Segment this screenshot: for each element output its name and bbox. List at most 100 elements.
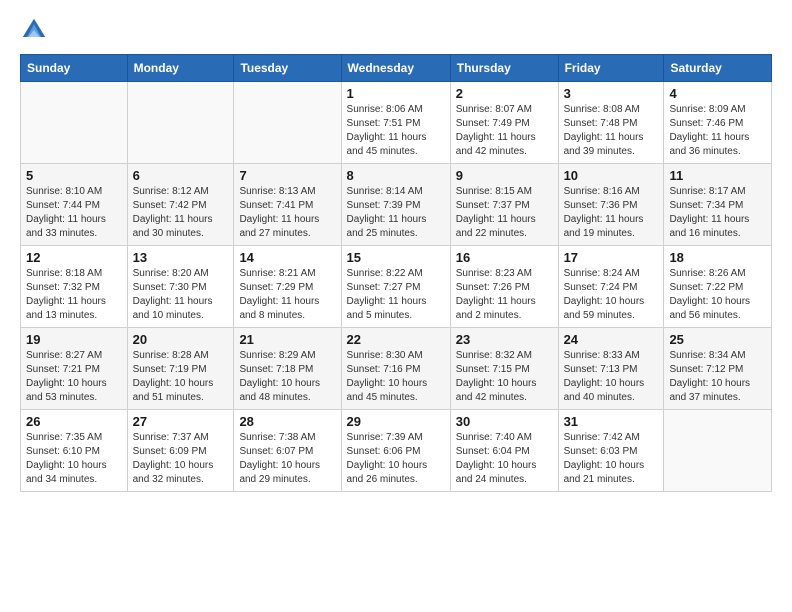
day-cell-30: 30 Sunrise: 7:40 AMSunset: 6:04 PMDayligh… — [450, 410, 558, 492]
empty-cell — [21, 82, 128, 164]
day-number: 2 — [456, 86, 553, 101]
day-cell-7: 7 Sunrise: 8:13 AMSunset: 7:41 PMDaylight… — [234, 164, 341, 246]
day-info: Sunrise: 7:42 AMSunset: 6:03 PMDaylight:… — [564, 431, 659, 487]
day-info: Sunrise: 8:12 AMSunset: 7:42 PMDaylight:… — [133, 185, 229, 241]
day-number: 13 — [133, 250, 229, 265]
day-info: Sunrise: 7:37 AMSunset: 6:09 PMDaylight:… — [133, 431, 229, 487]
day-cell-10: 10Sunrise: 8:16 AMSunset: 7:36 PMDayligh… — [558, 164, 664, 246]
page: SundayMondayTuesdayWednesdayThursdayFrid… — [0, 0, 792, 612]
day-number: 11 — [669, 168, 766, 183]
week-row-2: 5Sunrise: 8:10 AMSunset: 7:44 PMDaylight… — [21, 164, 772, 246]
day-cell-3: 3 Sunrise: 8:08 AMSunset: 7:48 PMDaylight… — [558, 82, 664, 164]
day-number: 28 — [239, 414, 335, 429]
day-cell-28: 28 Sunrise: 7:38 AMSunset: 6:07 PMDayligh… — [234, 410, 341, 492]
day-number: 30 — [456, 414, 553, 429]
day-cell-18: 18 Sunrise: 8:26 AMSunset: 7:22 PMDayligh… — [664, 246, 772, 328]
day-info: Sunrise: 8:34 AMSunset: 7:12 PMDaylight:… — [669, 349, 766, 405]
day-cell-12: 12 Sunrise: 8:18 AMSunset: 7:32 PMDayligh… — [21, 246, 128, 328]
week-row-4: 19Sunrise: 8:27 AMSunset: 7:21 PMDayligh… — [21, 328, 772, 410]
weekday-header-friday: Friday — [558, 55, 664, 82]
day-info: Sunrise: 8:15 AMSunset: 7:37 PMDaylight:… — [456, 185, 553, 241]
day-info: Sunrise: 7:35 AMSunset: 6:10 PMDaylight:… — [26, 431, 122, 487]
day-info: Sunrise: 8:30 AMSunset: 7:16 PMDaylight:… — [347, 349, 445, 405]
day-cell-11: 11 Sunrise: 8:17 AMSunset: 7:34 PMDayligh… — [664, 164, 772, 246]
day-number: 15 — [347, 250, 445, 265]
day-cell-31: 31 Sunrise: 7:42 AMSunset: 6:03 PMDayligh… — [558, 410, 664, 492]
calendar: SundayMondayTuesdayWednesdayThursdayFrid… — [20, 54, 772, 492]
day-cell-6: 6 Sunrise: 8:12 AMSunset: 7:42 PMDaylight… — [127, 164, 234, 246]
day-number: 1 — [347, 86, 445, 101]
day-number: 22 — [347, 332, 445, 347]
day-number: 23 — [456, 332, 553, 347]
day-info: Sunrise: 8:33 AMSunset: 7:13 PMDaylight:… — [564, 349, 659, 405]
day-info: Sunrise: 8:23 AMSunset: 7:26 PMDaylight:… — [456, 267, 553, 323]
day-cell-23: 23 Sunrise: 8:32 AMSunset: 7:15 PMDayligh… — [450, 328, 558, 410]
day-number: 29 — [347, 414, 445, 429]
weekday-header-wednesday: Wednesday — [341, 55, 450, 82]
day-number: 27 — [133, 414, 229, 429]
day-info: Sunrise: 8:17 AMSunset: 7:34 PMDaylight:… — [669, 185, 766, 241]
day-number: 26 — [26, 414, 122, 429]
day-cell-26: 26 Sunrise: 7:35 AMSunset: 6:10 PMDayligh… — [21, 410, 128, 492]
day-number: 4 — [669, 86, 766, 101]
day-cell-8: 8 Sunrise: 8:14 AMSunset: 7:39 PMDaylight… — [341, 164, 450, 246]
weekday-header-row: SundayMondayTuesdayWednesdayThursdayFrid… — [21, 55, 772, 82]
day-number: 7 — [239, 168, 335, 183]
empty-cell — [234, 82, 341, 164]
day-cell-21: 21 Sunrise: 8:29 AMSunset: 7:18 PMDayligh… — [234, 328, 341, 410]
day-cell-19: 19Sunrise: 8:27 AMSunset: 7:21 PMDayligh… — [21, 328, 128, 410]
day-cell-4: 4 Sunrise: 8:09 AMSunset: 7:46 PMDaylight… — [664, 82, 772, 164]
day-number: 16 — [456, 250, 553, 265]
day-number: 18 — [669, 250, 766, 265]
day-info: Sunrise: 8:32 AMSunset: 7:15 PMDaylight:… — [456, 349, 553, 405]
weekday-header-thursday: Thursday — [450, 55, 558, 82]
empty-cell — [664, 410, 772, 492]
day-info: Sunrise: 8:13 AMSunset: 7:41 PMDaylight:… — [239, 185, 335, 241]
empty-cell — [127, 82, 234, 164]
day-info: Sunrise: 8:20 AMSunset: 7:30 PMDaylight:… — [133, 267, 229, 323]
day-cell-24: 24 Sunrise: 8:33 AMSunset: 7:13 PMDayligh… — [558, 328, 664, 410]
day-info: Sunrise: 8:10 AMSunset: 7:44 PMDaylight:… — [26, 185, 122, 241]
day-info: Sunrise: 8:06 AMSunset: 7:51 PMDaylight:… — [347, 103, 445, 159]
day-info: Sunrise: 8:08 AMSunset: 7:48 PMDaylight:… — [564, 103, 659, 159]
day-info: Sunrise: 7:39 AMSunset: 6:06 PMDaylight:… — [347, 431, 445, 487]
day-info: Sunrise: 8:22 AMSunset: 7:27 PMDaylight:… — [347, 267, 445, 323]
day-cell-14: 14Sunrise: 8:21 AMSunset: 7:29 PMDayligh… — [234, 246, 341, 328]
logo-icon — [20, 16, 48, 44]
day-info: Sunrise: 7:38 AMSunset: 6:07 PMDaylight:… — [239, 431, 335, 487]
weekday-header-monday: Monday — [127, 55, 234, 82]
day-info: Sunrise: 8:26 AMSunset: 7:22 PMDaylight:… — [669, 267, 766, 323]
logo — [20, 16, 52, 44]
weekday-header-sunday: Sunday — [21, 55, 128, 82]
day-info: Sunrise: 8:29 AMSunset: 7:18 PMDaylight:… — [239, 349, 335, 405]
day-number: 31 — [564, 414, 659, 429]
day-info: Sunrise: 8:27 AMSunset: 7:21 PMDaylight:… — [26, 349, 122, 405]
day-number: 21 — [239, 332, 335, 347]
day-number: 12 — [26, 250, 122, 265]
day-number: 20 — [133, 332, 229, 347]
day-cell-2: 2 Sunrise: 8:07 AMSunset: 7:49 PMDaylight… — [450, 82, 558, 164]
day-info: Sunrise: 8:07 AMSunset: 7:49 PMDaylight:… — [456, 103, 553, 159]
day-number: 6 — [133, 168, 229, 183]
day-cell-15: 15 Sunrise: 8:22 AMSunset: 7:27 PMDayligh… — [341, 246, 450, 328]
day-info: Sunrise: 7:40 AMSunset: 6:04 PMDaylight:… — [456, 431, 553, 487]
day-cell-22: 22 Sunrise: 8:30 AMSunset: 7:16 PMDayligh… — [341, 328, 450, 410]
day-number: 24 — [564, 332, 659, 347]
day-info: Sunrise: 8:09 AMSunset: 7:46 PMDaylight:… — [669, 103, 766, 159]
day-cell-13: 13 Sunrise: 8:20 AMSunset: 7:30 PMDayligh… — [127, 246, 234, 328]
day-number: 17 — [564, 250, 659, 265]
weekday-header-tuesday: Tuesday — [234, 55, 341, 82]
day-cell-17: 17 Sunrise: 8:24 AMSunset: 7:24 PMDayligh… — [558, 246, 664, 328]
day-cell-25: 25Sunrise: 8:34 AMSunset: 7:12 PMDayligh… — [664, 328, 772, 410]
day-cell-1: 1 Sunrise: 8:06 AMSunset: 7:51 PMDaylight… — [341, 82, 450, 164]
day-info: Sunrise: 8:28 AMSunset: 7:19 PMDaylight:… — [133, 349, 229, 405]
day-cell-27: 27 Sunrise: 7:37 AMSunset: 6:09 PMDayligh… — [127, 410, 234, 492]
day-info: Sunrise: 8:14 AMSunset: 7:39 PMDaylight:… — [347, 185, 445, 241]
day-info: Sunrise: 8:16 AMSunset: 7:36 PMDaylight:… — [564, 185, 659, 241]
day-info: Sunrise: 8:18 AMSunset: 7:32 PMDaylight:… — [26, 267, 122, 323]
day-number: 9 — [456, 168, 553, 183]
day-info: Sunrise: 8:24 AMSunset: 7:24 PMDaylight:… — [564, 267, 659, 323]
day-number: 8 — [347, 168, 445, 183]
day-number: 3 — [564, 86, 659, 101]
day-info: Sunrise: 8:21 AMSunset: 7:29 PMDaylight:… — [239, 267, 335, 323]
